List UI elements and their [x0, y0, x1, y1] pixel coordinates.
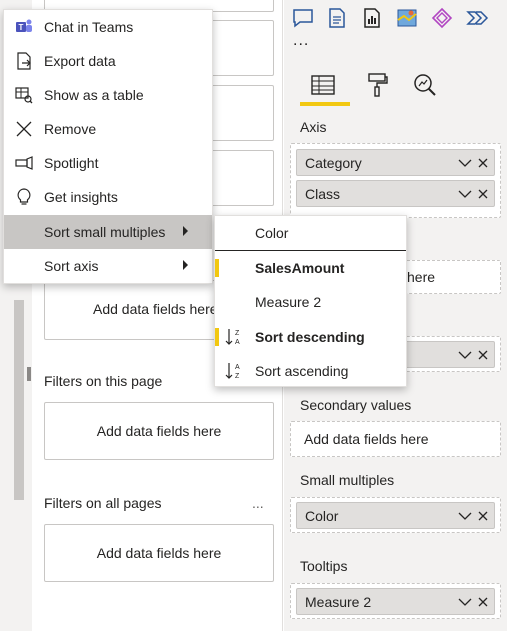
submenu-item-label: Measure 2 [255, 294, 322, 310]
more-visuals-button[interactable]: ... [293, 32, 309, 50]
menu-item-chat-in-teams[interactable]: T Chat in Teams [4, 10, 212, 44]
axis-field-pill[interactable]: Class [296, 180, 495, 207]
power-apps-icon[interactable] [430, 6, 454, 30]
lightbulb-icon [14, 187, 34, 207]
submenu-item-label: SalesAmount [255, 260, 345, 276]
close-icon[interactable] [478, 158, 488, 168]
submenu-item-color[interactable]: Color [215, 216, 406, 250]
export-icon [14, 51, 34, 71]
field-name: Color [305, 507, 339, 524]
sort-submenu: Color SalesAmount Measure 2 ZA Sort desc… [214, 215, 407, 387]
menu-item-sort-small-multiples[interactable]: Sort small multiples [4, 215, 212, 249]
filters-on-page-label: Filters on this page [44, 373, 163, 389]
axis-field-pill[interactable]: Category [296, 149, 495, 176]
small-multiples-well[interactable]: Color [290, 497, 501, 533]
axis-well-label: Axis [300, 119, 327, 135]
menu-item-label: Spotlight [44, 155, 99, 171]
sort-descending-icon: ZA [225, 327, 245, 347]
small-multiples-label: Small multiples [300, 472, 395, 488]
axis-well[interactable]: Category Class [290, 143, 501, 218]
submenu-item-label: Sort ascending [255, 363, 349, 379]
selected-indicator [215, 259, 219, 277]
menu-item-spotlight[interactable]: Spotlight [4, 146, 212, 180]
svg-text:A: A [235, 339, 240, 346]
drop-zone-text: here [407, 269, 436, 285]
small-multiples-field-pill[interactable]: Color [296, 502, 495, 529]
sort-ascending-icon: AZ [225, 361, 245, 381]
pane-resize-handle[interactable] [27, 367, 31, 381]
submenu-arrow-icon [183, 226, 188, 236]
menu-item-get-insights[interactable]: Get insights [4, 180, 212, 214]
menu-item-label: Sort axis [44, 258, 99, 274]
more-options-button[interactable]: ... [252, 495, 264, 511]
power-automate-icon[interactable] [465, 6, 489, 30]
drop-zone-text: Add data fields here [304, 431, 429, 447]
close-icon [14, 119, 34, 139]
submenu-item-label: Color [255, 225, 289, 241]
field-name: Class [305, 185, 341, 202]
menu-item-show-as-table[interactable]: Show as a table [4, 78, 212, 112]
document-icon[interactable] [325, 6, 349, 30]
fields-tab-icon[interactable] [306, 70, 340, 100]
drop-zone-text: Add data fields here [96, 423, 222, 439]
context-menu: T Chat in Teams Export data Show as a ta… [3, 9, 213, 284]
chevron-down-icon[interactable] [458, 511, 472, 521]
all-pages-filter-drop-zone[interactable]: Add data fields here [44, 524, 274, 582]
secondary-values-well[interactable]: Add data fields here [290, 421, 501, 457]
submenu-item-label: Sort descending [255, 329, 365, 345]
menu-item-label: Sort small multiples [44, 224, 166, 240]
chevron-down-icon[interactable] [458, 350, 472, 360]
submenu-item-sort-descending[interactable]: ZA Sort descending [215, 320, 406, 354]
chat-icon[interactable] [291, 6, 315, 30]
menu-item-sort-axis[interactable]: Sort axis [4, 249, 212, 283]
map-icon[interactable] [395, 6, 419, 30]
menu-item-remove[interactable]: Remove [4, 112, 212, 146]
secondary-values-label: Secondary values [300, 397, 412, 413]
svg-text:A: A [235, 364, 240, 371]
menu-item-label: Get insights [44, 189, 118, 205]
chevron-down-icon[interactable] [458, 597, 472, 607]
menu-item-label: Remove [44, 121, 97, 137]
menu-item-label: Show as a table [44, 87, 144, 103]
svg-text:Z: Z [235, 373, 240, 380]
chevron-down-icon[interactable] [458, 189, 472, 199]
spotlight-icon [14, 153, 34, 173]
close-icon[interactable] [478, 189, 488, 199]
drop-zone-text: Add data fields here [93, 301, 218, 317]
tooltips-field-pill[interactable]: Measure 2 [296, 588, 495, 615]
page-filter-drop-zone[interactable]: Add data fields here [44, 402, 274, 460]
active-tab-underline [300, 102, 350, 106]
menu-item-label: Export data [44, 53, 116, 69]
scrollbar[interactable] [14, 300, 24, 500]
filters-on-all-pages-label: Filters on all pages [44, 495, 162, 511]
tooltips-well[interactable]: Measure 2 [290, 583, 501, 619]
chevron-down-icon[interactable] [458, 158, 472, 168]
table-icon [14, 85, 34, 105]
submenu-item-measure-2[interactable]: Measure 2 [215, 285, 406, 319]
tooltips-label: Tooltips [300, 558, 348, 574]
close-icon[interactable] [478, 350, 488, 360]
submenu-arrow-icon [183, 260, 188, 270]
drop-zone-text: Add data fields here [96, 545, 222, 561]
teams-icon: T [14, 17, 34, 37]
field-name: Measure 2 [305, 593, 372, 610]
submenu-item-sort-ascending[interactable]: AZ Sort ascending [215, 354, 406, 388]
menu-item-label: Chat in Teams [44, 19, 134, 35]
svg-text:Z: Z [235, 330, 240, 337]
close-icon[interactable] [478, 511, 488, 521]
close-icon[interactable] [478, 597, 488, 607]
paginated-report-icon[interactable] [360, 6, 384, 30]
format-paint-roller-icon[interactable] [360, 70, 394, 100]
svg-text:T: T [19, 23, 24, 32]
selected-indicator [215, 328, 219, 346]
analytics-magnifier-icon[interactable] [408, 70, 442, 100]
submenu-item-salesamount[interactable]: SalesAmount [215, 251, 406, 285]
field-name: Category [305, 154, 362, 171]
menu-item-export-data[interactable]: Export data [4, 44, 212, 78]
